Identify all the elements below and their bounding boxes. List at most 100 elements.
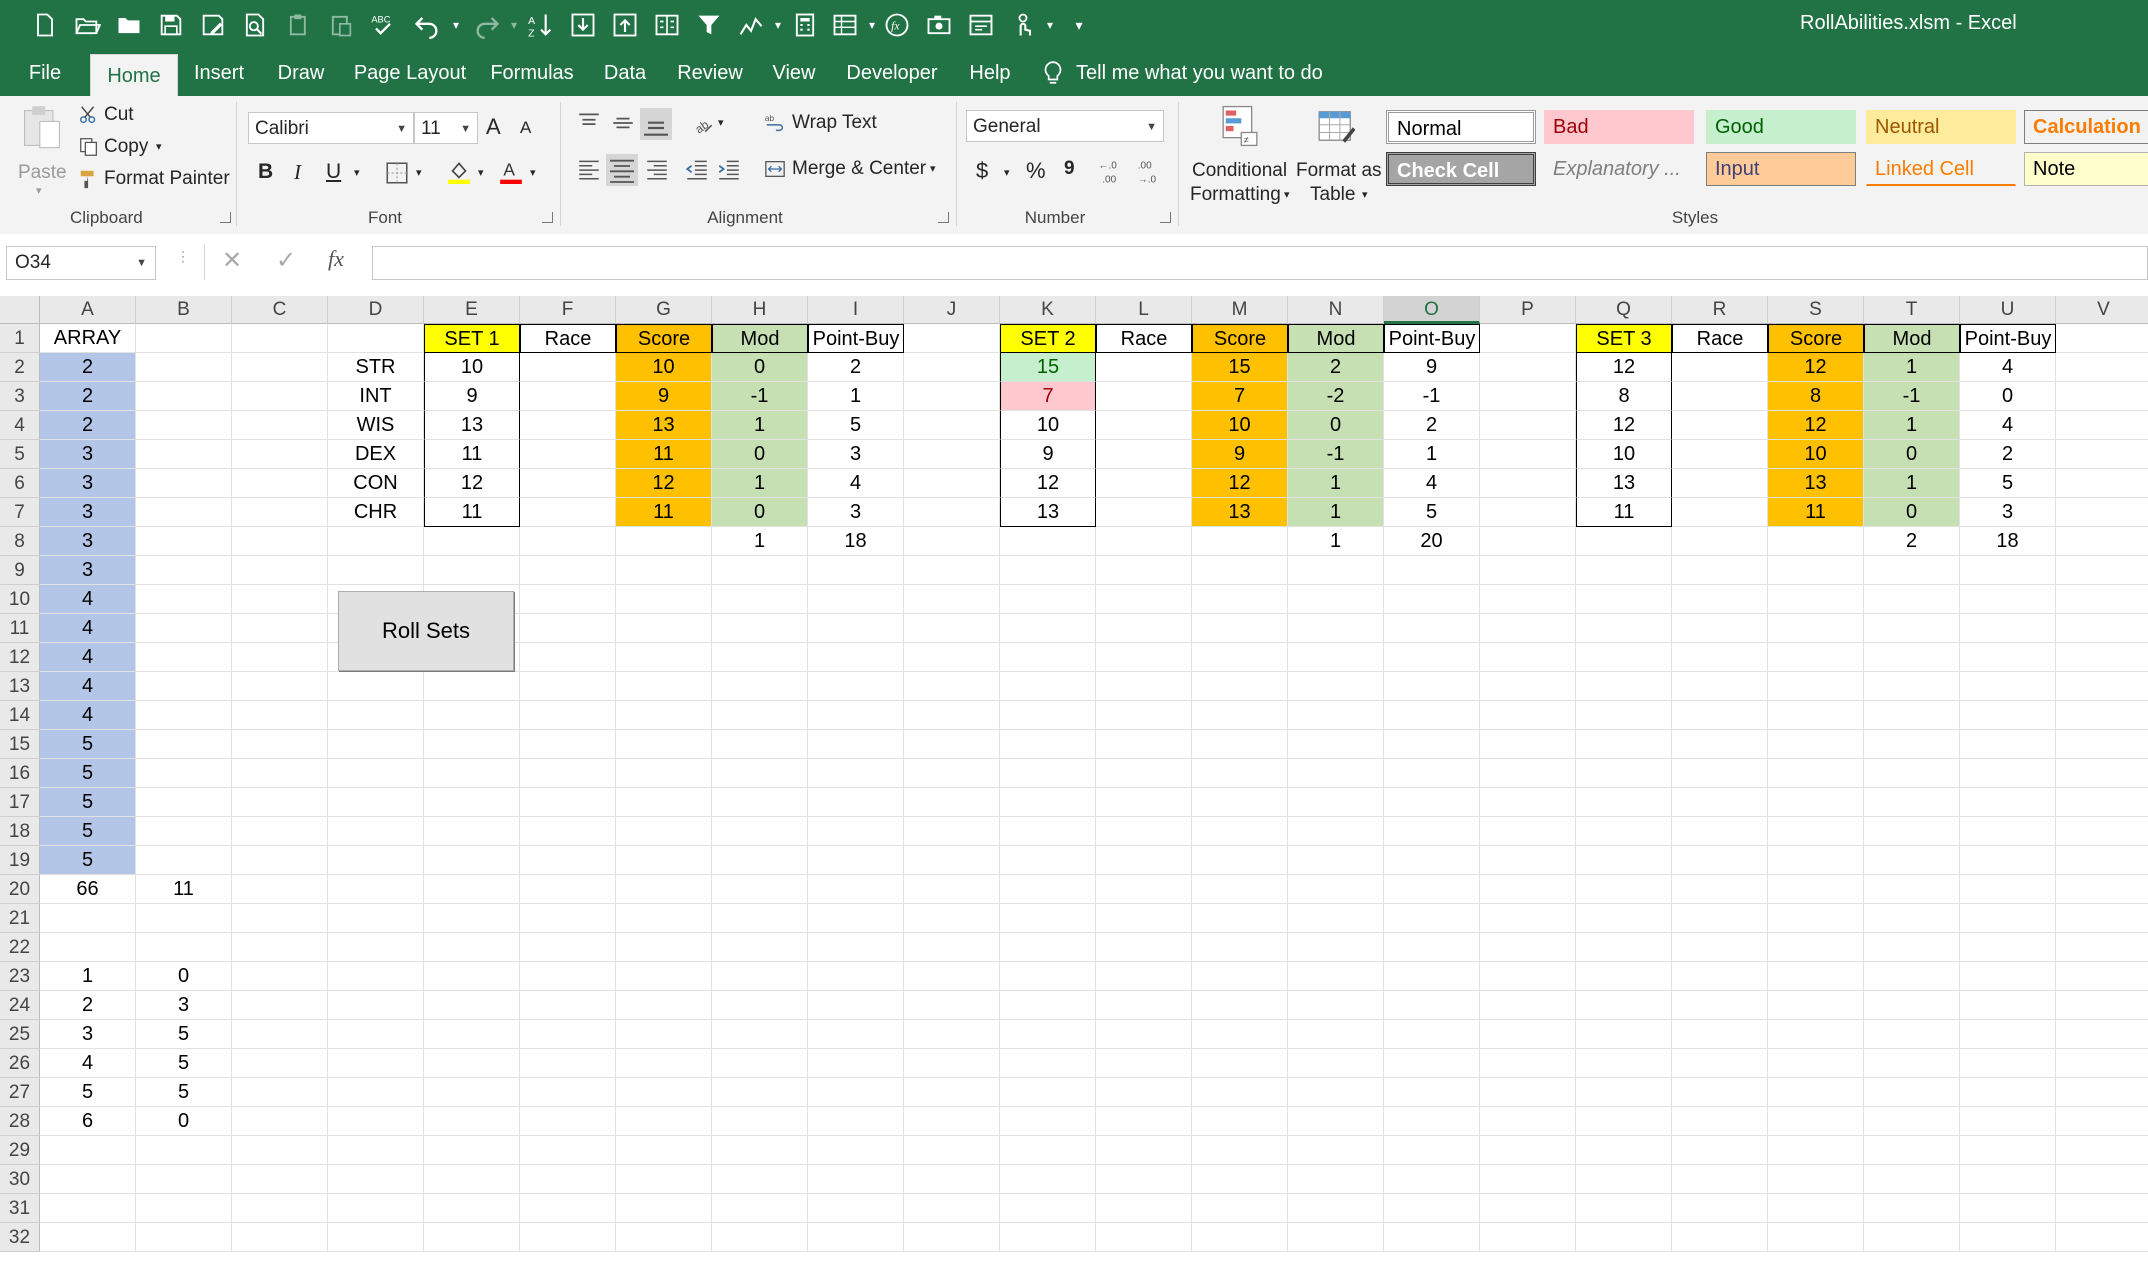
cell[interactable] bbox=[40, 1194, 136, 1223]
cell[interactable] bbox=[1672, 469, 1768, 498]
cell[interactable] bbox=[904, 672, 1000, 701]
cell[interactable] bbox=[1096, 788, 1192, 817]
style-input[interactable]: Input bbox=[1706, 152, 1856, 186]
align-left-icon[interactable] bbox=[576, 156, 602, 182]
cell[interactable] bbox=[1384, 701, 1480, 730]
cell-u4[interactable]: 4 bbox=[1960, 411, 2056, 440]
cell-g2[interactable]: 10 bbox=[616, 353, 712, 382]
cell[interactable] bbox=[1192, 1194, 1288, 1223]
cell[interactable] bbox=[2056, 585, 2148, 614]
cell[interactable] bbox=[1672, 585, 1768, 614]
cell[interactable] bbox=[1384, 1049, 1480, 1078]
cell[interactable] bbox=[232, 643, 328, 672]
cell[interactable] bbox=[232, 933, 328, 962]
column-header-v[interactable]: V bbox=[2056, 296, 2148, 324]
cell[interactable] bbox=[1384, 962, 1480, 991]
cell[interactable] bbox=[1768, 556, 1864, 585]
cell[interactable] bbox=[904, 1194, 1000, 1223]
cell[interactable] bbox=[616, 730, 712, 759]
cell[interactable] bbox=[1192, 585, 1288, 614]
cell[interactable] bbox=[1096, 1049, 1192, 1078]
cell[interactable] bbox=[136, 730, 232, 759]
cell-a24[interactable]: 2 bbox=[40, 991, 136, 1020]
row-header-21[interactable]: 21 bbox=[0, 904, 40, 933]
cell[interactable] bbox=[1768, 1165, 1864, 1194]
cell[interactable] bbox=[1288, 1165, 1384, 1194]
cell[interactable] bbox=[616, 556, 712, 585]
cell[interactable] bbox=[1192, 1107, 1288, 1136]
cell[interactable] bbox=[424, 933, 520, 962]
cell[interactable] bbox=[520, 1049, 616, 1078]
cell[interactable] bbox=[1000, 962, 1096, 991]
cell[interactable] bbox=[1576, 1049, 1672, 1078]
cell[interactable] bbox=[1576, 846, 1672, 875]
cell[interactable] bbox=[1864, 701, 1960, 730]
cell-m3[interactable]: 7 bbox=[1192, 382, 1288, 411]
cell[interactable] bbox=[1288, 1020, 1384, 1049]
cell[interactable] bbox=[1480, 788, 1576, 817]
cell[interactable] bbox=[808, 1194, 904, 1223]
name-box[interactable]: O34 ▼ bbox=[6, 246, 156, 280]
cell[interactable] bbox=[232, 585, 328, 614]
cell[interactable] bbox=[808, 585, 904, 614]
cell-e1[interactable]: SET 1 bbox=[424, 324, 520, 353]
cell[interactable] bbox=[520, 701, 616, 730]
cell[interactable] bbox=[1000, 875, 1096, 904]
cell[interactable] bbox=[1672, 614, 1768, 643]
cell[interactable] bbox=[1384, 1078, 1480, 1107]
cell[interactable] bbox=[232, 353, 328, 382]
cell[interactable] bbox=[1000, 556, 1096, 585]
cell[interactable] bbox=[808, 556, 904, 585]
cell[interactable] bbox=[1480, 353, 1576, 382]
tab-data[interactable]: Data bbox=[592, 50, 658, 96]
cell[interactable] bbox=[904, 527, 1000, 556]
cell[interactable] bbox=[904, 933, 1000, 962]
cell-d6[interactable]: CON bbox=[328, 469, 424, 498]
cell[interactable] bbox=[616, 1020, 712, 1049]
cell[interactable] bbox=[712, 1078, 808, 1107]
cell[interactable] bbox=[808, 1049, 904, 1078]
column-header-h[interactable]: H bbox=[712, 296, 808, 324]
cell[interactable] bbox=[1960, 991, 2056, 1020]
cell[interactable] bbox=[616, 527, 712, 556]
cell[interactable] bbox=[712, 1165, 808, 1194]
cell[interactable] bbox=[1480, 411, 1576, 440]
cell[interactable] bbox=[1096, 440, 1192, 469]
cell[interactable] bbox=[136, 904, 232, 933]
cell[interactable] bbox=[1480, 1049, 1576, 1078]
cell[interactable] bbox=[1192, 701, 1288, 730]
format-as-table-button[interactable]: Format as Table ▾ bbox=[1290, 102, 1382, 206]
cell[interactable] bbox=[520, 440, 616, 469]
tab-file[interactable]: File bbox=[14, 50, 76, 96]
cell[interactable] bbox=[808, 730, 904, 759]
cell-u8[interactable]: 18 bbox=[1960, 527, 2056, 556]
row-header-4[interactable]: 4 bbox=[0, 411, 40, 440]
cell-d3[interactable]: INT bbox=[328, 382, 424, 411]
cell[interactable] bbox=[1384, 1107, 1480, 1136]
cell[interactable] bbox=[1096, 527, 1192, 556]
cell[interactable] bbox=[1000, 527, 1096, 556]
cell[interactable] bbox=[1672, 411, 1768, 440]
cell[interactable] bbox=[1576, 1078, 1672, 1107]
cell[interactable] bbox=[1576, 759, 1672, 788]
cell[interactable] bbox=[328, 991, 424, 1020]
cell[interactable] bbox=[2056, 469, 2148, 498]
cell[interactable] bbox=[712, 556, 808, 585]
cell-m1[interactable]: Score bbox=[1192, 324, 1288, 353]
cell[interactable] bbox=[1864, 614, 1960, 643]
cell[interactable] bbox=[712, 759, 808, 788]
cell[interactable] bbox=[1096, 1020, 1192, 1049]
cell-n8[interactable]: 1 bbox=[1288, 527, 1384, 556]
cell[interactable] bbox=[1480, 817, 1576, 846]
cell[interactable] bbox=[616, 788, 712, 817]
cell[interactable] bbox=[424, 817, 520, 846]
cell[interactable] bbox=[1000, 1165, 1096, 1194]
cell[interactable] bbox=[1864, 1049, 1960, 1078]
underline-dropdown-icon[interactable]: ▾ bbox=[354, 166, 360, 179]
cell[interactable] bbox=[712, 962, 808, 991]
cell[interactable] bbox=[1672, 672, 1768, 701]
column-header-f[interactable]: F bbox=[520, 296, 616, 324]
cell-k4[interactable]: 10 bbox=[1000, 411, 1096, 440]
cell-q1[interactable]: SET 3 bbox=[1576, 324, 1672, 353]
column-header-e[interactable]: E bbox=[424, 296, 520, 324]
